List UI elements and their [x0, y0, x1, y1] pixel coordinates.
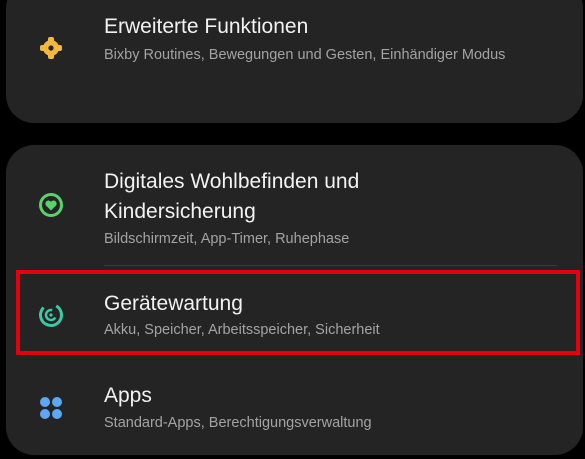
settings-item-apps[interactable]: Apps Standard-Apps, Berechtigungsverwalt…: [6, 359, 583, 449]
settings-card-advanced: Erweiterte Funktionen Bixby Routines, Be…: [6, 0, 583, 123]
settings-screen: Erweiterte Funktionen Bixby Routines, Be…: [0, 0, 585, 459]
settings-item-digital-wellbeing[interactable]: Digitales Wohlbefinden und Kindersicheru…: [6, 145, 583, 265]
settings-item-advanced-features[interactable]: Erweiterte Funktionen Bixby Routines, Be…: [6, 0, 583, 123]
device-care-title: Gerätewartung: [104, 292, 243, 315]
divider: [104, 265, 557, 266]
apps-grid-icon: [37, 394, 65, 422]
settings-card-main: Digitales Wohlbefinden und Kindersicheru…: [6, 145, 583, 455]
device-care-subtitle: Akku, Speicher, Arbeitsspeicher, Sicherh…: [104, 322, 380, 338]
settings-item-device-care[interactable]: Gerätewartung Akku, Speicher, Arbeitsspe…: [6, 267, 583, 357]
apps-subtitle: Standard-Apps, Berechtigungsverwaltung: [104, 415, 372, 431]
digital-wellbeing-subtitle: Bildschirmzeit, App-Timer, Ruhephase: [104, 231, 350, 247]
wellbeing-heart-icon: [37, 191, 65, 219]
puzzle-gear-icon: [37, 34, 65, 62]
apps-title: Apps: [104, 384, 152, 407]
advanced-features-subtitle: Bixby Routines, Bewegungen und Gesten, E…: [104, 47, 506, 63]
digital-wellbeing-title-line1: Digitales Wohlbefinden und: [104, 170, 360, 193]
advanced-features-title: Erweiterte Funktionen: [104, 15, 309, 38]
digital-wellbeing-title-line2: Kindersicherung: [104, 200, 256, 223]
device-care-icon: [37, 301, 65, 329]
